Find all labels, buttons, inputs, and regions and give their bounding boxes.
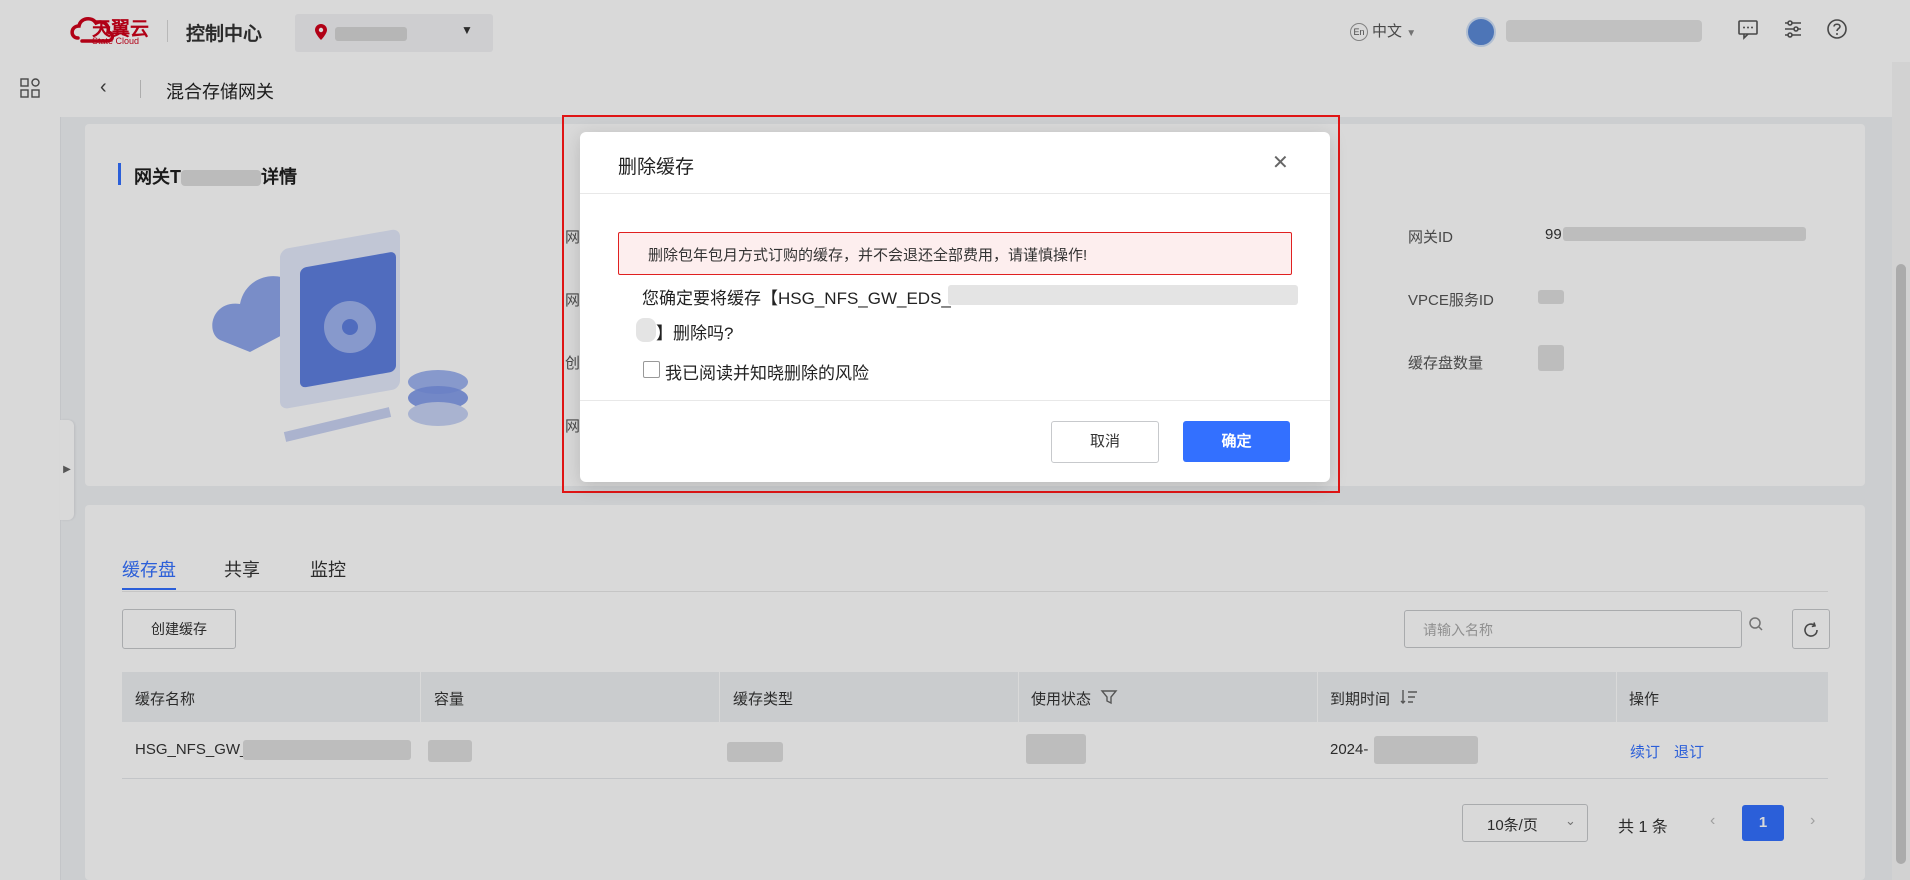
dialog-footer-divider: [580, 400, 1330, 401]
risk-ack-label[interactable]: 我已阅读并知晓删除的风险: [665, 359, 869, 384]
close-icon[interactable]: ✕: [1272, 150, 1289, 175]
confirm-button[interactable]: 确定: [1183, 421, 1290, 462]
confirm-message-line2: 】删除吗?: [656, 324, 734, 343]
warning-text: 删除包年包月方式订购的缓存，并不会退还全部费用，请谨慎操作!: [648, 247, 1088, 264]
dialog-divider: [580, 193, 1330, 194]
risk-ack-checkbox[interactable]: [643, 361, 660, 378]
cache-id-redacted: [948, 285, 1298, 305]
confirm-message-line1: 您确定要将缓存【HSG_NFS_GW_EDS_: [642, 289, 951, 308]
dialog-title: 删除缓存: [618, 157, 695, 178]
cache-id-redacted-tail: [636, 318, 656, 342]
cancel-button[interactable]: 取消: [1051, 421, 1159, 463]
